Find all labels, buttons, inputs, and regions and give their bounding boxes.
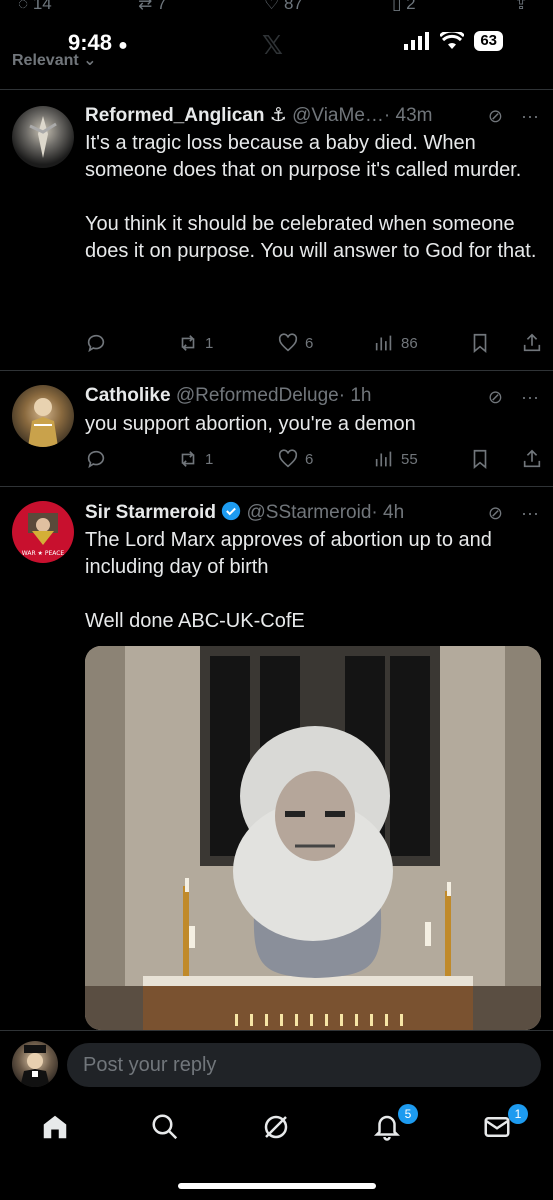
bookmark-button[interactable] xyxy=(469,332,491,354)
tweet-top-icons: ⊘ ··· xyxy=(488,387,539,408)
home-icon xyxy=(43,1115,67,1139)
wifi-icon xyxy=(440,32,465,49)
timestamp: · 4h xyxy=(371,502,405,523)
reply-tweet[interactable]: Reformed_Anglican ⚓ @ViaMe…· 43m ⊘ ··· I… xyxy=(0,90,553,370)
reply-button[interactable] xyxy=(85,332,107,354)
bookmark-icon[interactable]: ▯ 2 xyxy=(392,0,416,14)
tab-notifications[interactable]: 5 xyxy=(372,1104,418,1146)
avatar[interactable] xyxy=(12,106,74,168)
share-button[interactable] xyxy=(521,332,543,354)
retweet-icon xyxy=(181,451,195,467)
tweet-top-icons: ⊘ ··· xyxy=(488,503,539,524)
share-icon xyxy=(523,333,541,352)
main-post-action-bar: ◌ 14 ⇄ 7 ♡ 87 ▯ 2 ⇪ xyxy=(0,0,553,16)
retweet-icon xyxy=(181,335,195,351)
tweet-header: Catholike @ReformedDeluge· 1h xyxy=(85,385,371,407)
handle[interactable]: @SStarmeroid xyxy=(247,502,372,523)
tweet-header: Reformed_Anglican ⚓ @ViaMe…· 43m xyxy=(85,104,432,127)
share-icon xyxy=(523,449,541,468)
bookmark-icon xyxy=(473,449,487,470)
tweet-text: It's a tragic loss because a baby died. … xyxy=(85,132,537,262)
cellular-signal-icon xyxy=(404,32,430,50)
reply-button[interactable] xyxy=(85,448,107,470)
handle[interactable]: @ViaMe… xyxy=(292,105,384,126)
more-icon[interactable]: ··· xyxy=(521,387,539,408)
notifications-badge: 5 xyxy=(398,1104,418,1124)
x-logo-icon: 𝕏 xyxy=(262,30,283,60)
grok-icon[interactable]: ⊘ xyxy=(488,106,503,127)
anchor-emoji: ⚓ xyxy=(269,105,287,126)
messages-badge: 1 xyxy=(508,1104,528,1124)
search-icon xyxy=(152,1114,178,1140)
tweet-image[interactable] xyxy=(85,646,541,1030)
like-icon[interactable]: ♡ 87 xyxy=(264,0,303,14)
handle[interactable]: @ReformedDeluge xyxy=(176,385,339,406)
tweet-actions: 1 6 86 xyxy=(85,332,545,356)
share-icon[interactable]: ⇪ xyxy=(514,0,528,14)
tab-messages[interactable]: 1 xyxy=(482,1104,528,1146)
analytics-icon xyxy=(375,335,392,351)
avatar[interactable] xyxy=(12,385,74,447)
like-button[interactable]: 6 xyxy=(277,448,313,470)
more-icon[interactable]: ··· xyxy=(521,106,539,127)
heart-icon xyxy=(278,449,298,468)
display-name[interactable]: Reformed_Anglican xyxy=(85,105,264,126)
tab-grok[interactable] xyxy=(261,1112,295,1146)
tab-search[interactable] xyxy=(150,1112,184,1146)
grok-icon[interactable]: ⊘ xyxy=(488,503,503,524)
top-bar: ◌ 14 ⇄ 7 ♡ 87 ▯ 2 ⇪ 9:48 ● 𝕏 63 Relevant… xyxy=(0,0,553,90)
verified-badge-icon xyxy=(222,501,241,521)
share-button[interactable] xyxy=(521,448,543,470)
grok-icon[interactable]: ⊘ xyxy=(488,387,503,408)
reply-input[interactable]: Post your reply xyxy=(67,1043,541,1087)
tweet-text: The Lord Marx approves of abortion up to… xyxy=(85,529,492,632)
reply-icon[interactable]: ◌ 14 xyxy=(18,0,52,14)
avatar[interactable]: WAR ★ PEACE xyxy=(12,501,74,563)
views-button[interactable]: 86 xyxy=(373,332,418,354)
battery-indicator: 63 xyxy=(474,31,503,51)
home-indicator xyxy=(178,1183,376,1189)
reply-bar: Post your reply xyxy=(0,1030,553,1100)
reply-icon xyxy=(87,450,105,469)
status-icons: 63 xyxy=(404,30,503,52)
analytics-icon xyxy=(375,451,392,467)
reply-icon xyxy=(87,334,105,353)
tweet-top-icons: ⊘ ··· xyxy=(488,106,539,127)
timestamp: · 43m xyxy=(383,105,433,126)
like-button[interactable]: 6 xyxy=(277,332,313,354)
more-icon[interactable]: ··· xyxy=(521,503,539,524)
bookmark-button[interactable] xyxy=(469,448,491,470)
tweet-text: you support abortion, you're a demon xyxy=(85,413,416,435)
timestamp: · 1h xyxy=(338,385,372,406)
grok-icon xyxy=(264,1115,288,1139)
retweet-button[interactable]: 1 xyxy=(177,332,213,354)
retweet-icon[interactable]: ⇄ 7 xyxy=(138,0,166,14)
avatar-text: WAR ★ PEACE xyxy=(22,550,65,557)
views-button[interactable]: 55 xyxy=(373,448,418,470)
display-name[interactable]: Catholike xyxy=(85,385,171,406)
my-avatar[interactable] xyxy=(12,1041,58,1087)
sort-dropdown[interactable]: Relevant ⌄ xyxy=(12,50,97,70)
tab-home[interactable] xyxy=(40,1112,74,1146)
tweet-actions: 1 6 55 xyxy=(85,448,545,472)
chevron-down-icon: ⌄ xyxy=(83,52,97,69)
display-name[interactable]: Sir Starmeroid xyxy=(85,502,216,523)
bookmark-icon xyxy=(473,333,487,354)
tweet-header: Sir Starmeroid @SStarmeroid· 4h xyxy=(85,501,404,524)
reply-tweet[interactable]: Catholike @ReformedDeluge· 1h ⊘ ··· you … xyxy=(0,371,553,486)
heart-icon xyxy=(278,333,298,352)
retweet-button[interactable]: 1 xyxy=(177,448,213,470)
